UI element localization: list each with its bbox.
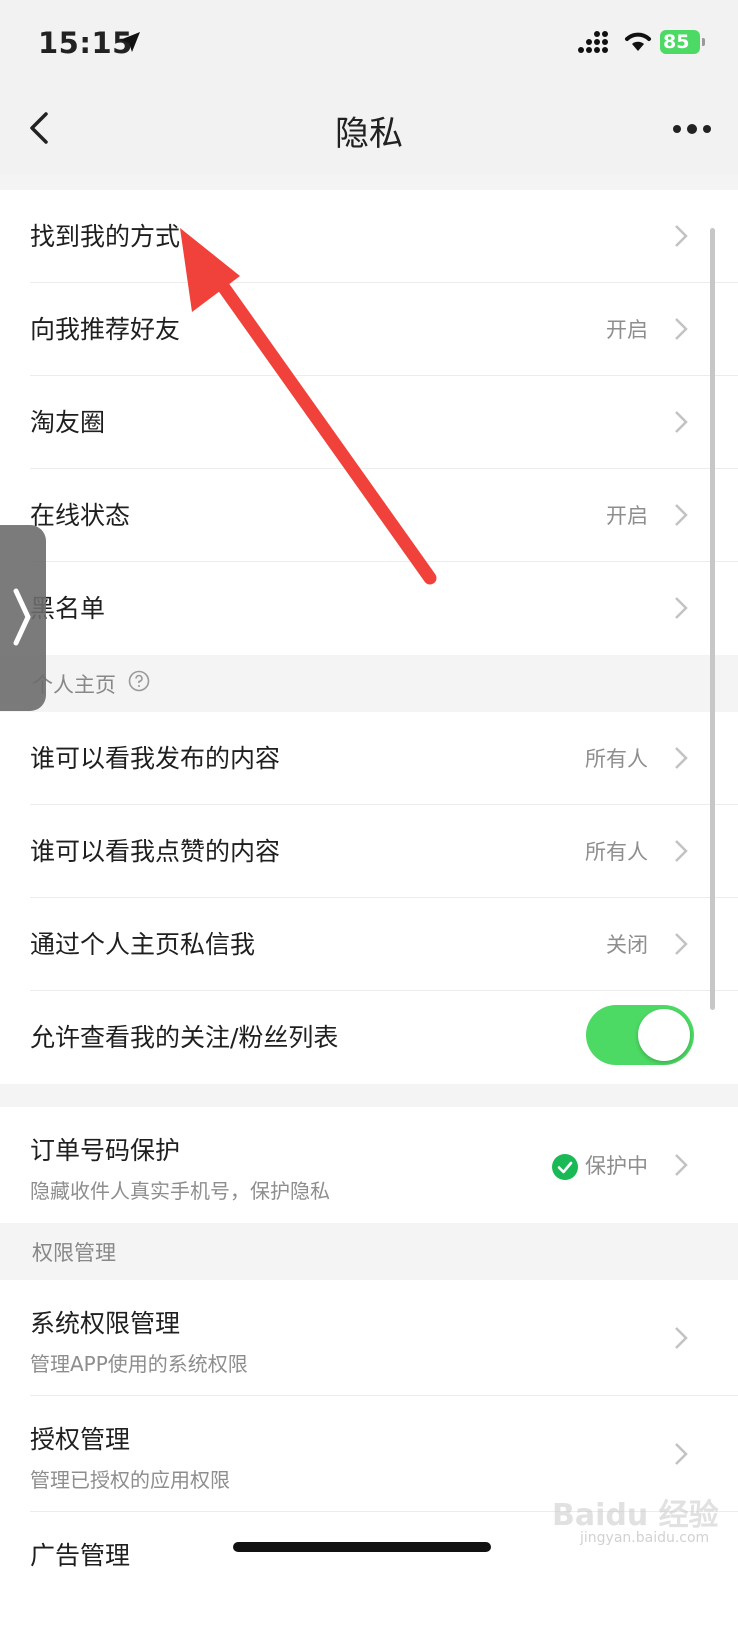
row-value: 开启: [606, 504, 648, 528]
section-header-permissions: 权限管理: [0, 1223, 738, 1280]
row-label: 向我推荐好友: [30, 315, 181, 344]
row-profile-message[interactable]: 通过个人主页私信我 关闭: [0, 898, 738, 991]
battery-tip: [702, 38, 705, 46]
row-find-me[interactable]: 找到我的方式: [0, 190, 738, 283]
chevron-right-icon: [675, 318, 688, 340]
chevron-right-icon: [13, 588, 31, 646]
row-subtitle: 隐藏收件人真实手机号，保护隐私: [30, 1179, 330, 1203]
row-label: 广告管理: [30, 1541, 131, 1570]
row-label: 允许查看我的关注/粉丝列表: [30, 1023, 339, 1052]
row-label: 谁可以看我点赞的内容: [30, 837, 281, 866]
row-system-permissions[interactable]: 系统权限管理 管理APP使用的系统权限: [0, 1280, 738, 1396]
section-header-profile: 个人主页: [0, 655, 738, 712]
side-floating-tab[interactable]: [0, 525, 46, 711]
row-value: 所有人: [585, 747, 648, 771]
chevron-right-icon: [675, 504, 688, 526]
row-value: 开启: [606, 318, 648, 342]
row-label: 订单号码保护: [30, 1136, 181, 1165]
chevron-right-icon: [675, 933, 688, 955]
row-order-protection[interactable]: 订单号码保护 隐藏收件人真实手机号，保护隐私 保护中: [0, 1107, 738, 1223]
chevron-right-icon: [675, 1327, 688, 1349]
home-indicator[interactable]: [233, 1542, 491, 1552]
row-label: 找到我的方式: [30, 222, 181, 251]
watermark-url: jingyan.baidu.com: [580, 1530, 710, 1546]
row-recommend-friends[interactable]: 向我推荐好友 开启: [0, 283, 738, 376]
more-options-icon[interactable]: [672, 124, 712, 134]
row-subtitle: 管理APP使用的系统权限: [30, 1352, 248, 1376]
row-follow-list-visibility: 允许查看我的关注/粉丝列表: [0, 991, 738, 1084]
cellular-signal-icon: [578, 31, 608, 53]
chevron-right-icon: [675, 747, 688, 769]
settings-list: 找到我的方式 向我推荐好友 开启 淘友圈 在线状态 开启 黑名单 个人主页 谁可…: [0, 190, 738, 1628]
check-circle-icon: [552, 1154, 578, 1180]
row-value: 保护中: [585, 1154, 648, 1178]
row-label: 在线状态: [30, 501, 131, 530]
section-label: 权限管理: [32, 1241, 116, 1265]
row-who-see-likes[interactable]: 谁可以看我点赞的内容 所有人: [0, 805, 738, 898]
wifi-icon: [625, 32, 651, 51]
row-value: 所有人: [585, 840, 648, 864]
row-label: 谁可以看我发布的内容: [30, 744, 281, 773]
row-value: 关闭: [606, 933, 648, 957]
nav-bar: 隐私: [0, 88, 738, 174]
row-online-status[interactable]: 在线状态 开启: [0, 469, 738, 562]
row-label: 授权管理: [30, 1425, 131, 1454]
scrollbar[interactable]: [710, 228, 715, 1010]
chevron-right-icon: [675, 411, 688, 433]
question-circle-icon[interactable]: [128, 670, 150, 692]
row-blacklist[interactable]: 黑名单: [0, 562, 738, 655]
chevron-right-icon: [675, 840, 688, 862]
row-label: 淘友圈: [30, 408, 106, 437]
follow-list-toggle[interactable]: [586, 1005, 694, 1065]
page-title: 隐私: [335, 114, 403, 154]
chevron-right-icon: [675, 1154, 688, 1176]
watermark: Baidu 经验: [552, 1498, 719, 1533]
toggle-knob: [638, 1009, 690, 1061]
row-label: 通过个人主页私信我: [30, 930, 256, 959]
row-subtitle: 管理已授权的应用权限: [30, 1468, 230, 1492]
battery-indicator: 85: [660, 30, 700, 54]
section-gap: [0, 1084, 738, 1107]
location-arrow-icon: [120, 32, 140, 52]
chevron-right-icon: [675, 225, 688, 247]
row-who-see-posts[interactable]: 谁可以看我发布的内容 所有人: [0, 712, 738, 805]
row-taoyouquan[interactable]: 淘友圈: [0, 376, 738, 469]
chevron-right-icon: [675, 597, 688, 619]
row-label: 系统权限管理: [30, 1309, 181, 1338]
chevron-right-icon: [675, 1443, 688, 1465]
status-bar: 15:15 85: [0, 0, 738, 88]
